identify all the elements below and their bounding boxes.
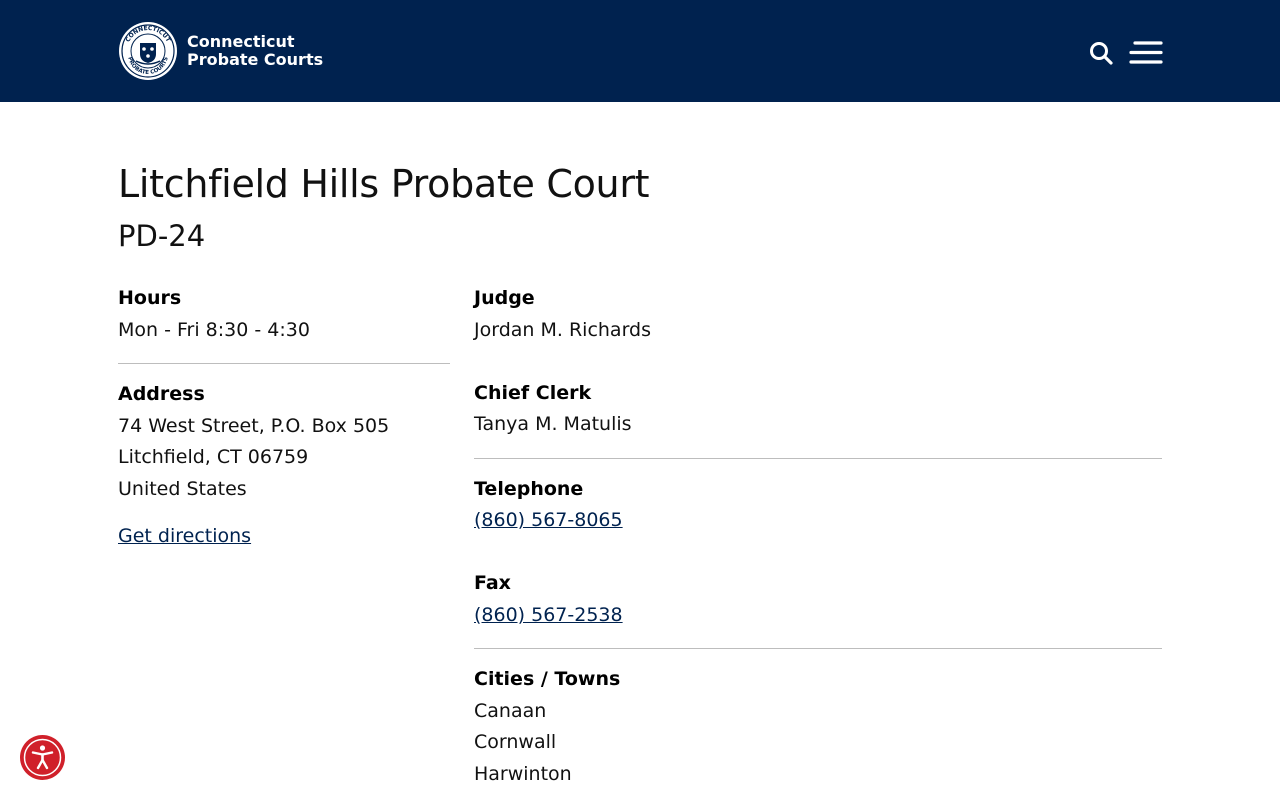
address-label: Address bbox=[118, 383, 205, 405]
site-header: CONNECTICUT PROBATE COURTS Connecticut P… bbox=[0, 0, 1280, 102]
judge-label: Judge bbox=[474, 287, 535, 309]
brand-line-2: Probate Courts bbox=[187, 50, 324, 69]
search-button[interactable] bbox=[1088, 40, 1114, 66]
telephone-link[interactable]: (860) 567-8065 bbox=[474, 509, 623, 531]
address-line-3: United States bbox=[118, 478, 247, 500]
chief-clerk-value: Tanya M. Matulis bbox=[474, 413, 632, 435]
town-item: Cornwall bbox=[474, 731, 557, 753]
fax-link[interactable]: (860) 567-2538 bbox=[474, 604, 623, 626]
brand-name: Connecticut Probate Courts bbox=[187, 33, 323, 69]
hours-label: Hours bbox=[118, 287, 182, 309]
page-subtitle: PD-24 bbox=[118, 219, 206, 253]
address-line-1: 74 West Street, P.O. Box 505 bbox=[118, 415, 390, 437]
town-item: Harwinton bbox=[474, 763, 572, 785]
address-line-2: Litchfield, CT 06759 bbox=[118, 446, 309, 468]
hamburger-menu-icon bbox=[1129, 41, 1163, 64]
divider bbox=[474, 648, 1162, 649]
divider bbox=[474, 458, 1162, 459]
town-item: Canaan bbox=[474, 700, 547, 722]
judge-value: Jordan M. Richards bbox=[474, 319, 652, 341]
page-title: Litchfield Hills Probate Court bbox=[118, 162, 650, 206]
hours-value: Mon - Fri 8:30 - 4:30 bbox=[118, 319, 310, 341]
divider bbox=[118, 363, 450, 364]
telephone-label: Telephone bbox=[474, 478, 584, 500]
fax-label: Fax bbox=[474, 572, 511, 594]
accessibility-icon bbox=[23, 738, 62, 777]
brand-line-1: Connecticut bbox=[187, 32, 295, 51]
search-icon bbox=[1090, 42, 1113, 65]
accessibility-button[interactable] bbox=[20, 735, 65, 780]
cities-towns-label: Cities / Towns bbox=[474, 668, 621, 690]
menu-button[interactable] bbox=[1129, 40, 1163, 66]
seal-logo-icon: CONNECTICUT PROBATE COURTS bbox=[119, 22, 177, 80]
site-logo-link[interactable]: CONNECTICUT PROBATE COURTS Connecticut P… bbox=[118, 21, 323, 81]
get-directions-link[interactable]: Get directions bbox=[118, 525, 251, 547]
chief-clerk-label: Chief Clerk bbox=[474, 382, 592, 404]
